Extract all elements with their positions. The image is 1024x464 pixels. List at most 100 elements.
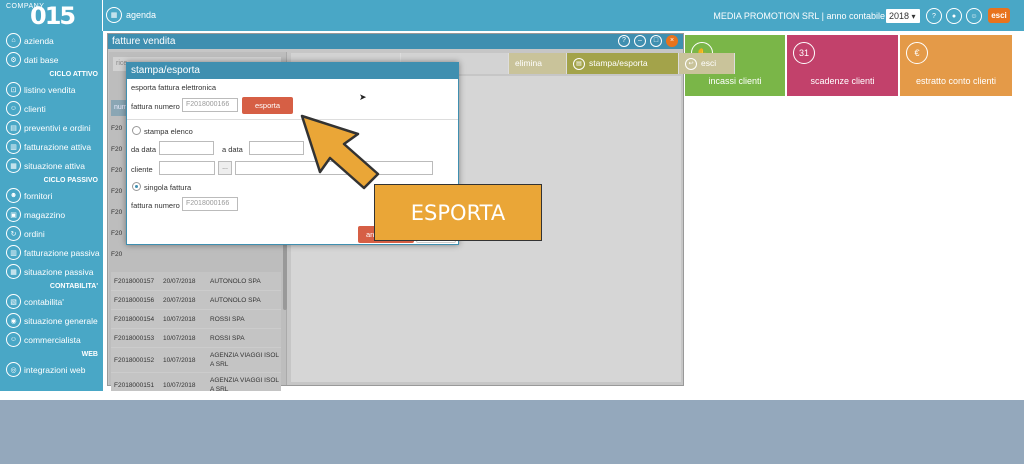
cell-numero: F2018000153 bbox=[114, 334, 155, 342]
cliente-lookup-button[interactable]: ... bbox=[218, 161, 232, 175]
sidebar-item[interactable]: ⊡ listino vendita bbox=[0, 80, 103, 99]
accountant-icon: ☺ bbox=[6, 332, 21, 347]
spacer bbox=[0, 391, 1024, 400]
sidebar-item[interactable]: ◉ situazione generale bbox=[0, 311, 103, 330]
table-row[interactable]: F2018000154 10/07/2018 ROSSI SPA bbox=[111, 310, 281, 329]
esporta-button[interactable]: esporta bbox=[242, 97, 293, 114]
sidebar-item-label: fatturazione passiva bbox=[24, 247, 100, 258]
home-icon: ⌂ bbox=[6, 33, 21, 48]
sidebar-item[interactable]: ▥ fatturazione attiva bbox=[0, 137, 103, 156]
sidebar-item[interactable]: ☺ commercialista bbox=[0, 330, 103, 349]
cell-cliente: ROSSI SPA bbox=[210, 334, 245, 342]
sidebar-item-label: situazione attiva bbox=[24, 160, 85, 171]
suppliers-icon: ☻ bbox=[6, 188, 21, 203]
sidebar-item[interactable]: ⚙ dati base bbox=[0, 50, 103, 69]
printer-icon: ▤ bbox=[573, 57, 585, 70]
callout-label: ESPORTA bbox=[374, 184, 542, 241]
cell-data: 10/07/2018 bbox=[163, 334, 196, 342]
cell-numero: F2018000157 bbox=[114, 277, 155, 285]
year-select[interactable]: 2018 ▾ bbox=[886, 9, 920, 23]
cell-data: 20/07/2018 bbox=[163, 296, 196, 304]
sidebar-item[interactable]: ▤ preventivi e ordini bbox=[0, 118, 103, 137]
sidebar-item[interactable]: ☺ clienti bbox=[0, 99, 103, 118]
user-icon[interactable]: ☺ bbox=[966, 8, 982, 24]
close-icon[interactable]: × bbox=[666, 35, 678, 47]
tile-label: incassi clienti bbox=[708, 76, 762, 86]
tile-estratto-conto-clienti[interactable]: € estratto conto clienti bbox=[900, 35, 1012, 96]
fattura-numero2-label: fattura numero bbox=[131, 201, 180, 210]
sidebar-item[interactable]: ◎ integrazioni web bbox=[0, 360, 103, 379]
sidebar-item-label: fornitori bbox=[24, 190, 53, 201]
list-item[interactable]: F20 bbox=[111, 244, 131, 265]
cart-icon: ⊡ bbox=[6, 82, 21, 97]
sidebar: ⌂ azienda ⚙ dati base CICLO ATTIVO ⊡ listino v… bbox=[0, 31, 103, 391]
logout-button[interactable]: esci bbox=[988, 8, 1010, 23]
sidebar-item[interactable]: ▣ magazzino bbox=[0, 205, 103, 224]
agenda-button[interactable]: ▦ agenda bbox=[106, 7, 156, 23]
sidebar-item[interactable]: ▦ situazione attiva bbox=[0, 156, 103, 175]
singola-fattura-label: singola fattura bbox=[144, 183, 192, 192]
cell-cliente: AUTONOLO SPA bbox=[210, 296, 261, 304]
invoice-icon: ▥ bbox=[6, 245, 21, 260]
callout-arrow-icon bbox=[300, 114, 380, 190]
sidebar-item-label: integrazioni web bbox=[24, 364, 86, 375]
toolbar-label: stampa/esporta bbox=[589, 58, 648, 68]
sidebar-item-label: contabilita' bbox=[24, 296, 64, 307]
cell-data: 20/07/2018 bbox=[163, 277, 196, 285]
orders-icon: ↻ bbox=[6, 226, 21, 241]
footer-bar bbox=[0, 400, 1024, 464]
sidebar-item[interactable]: ☻ fornitori bbox=[0, 186, 103, 205]
sidebar-item-label: azienda bbox=[24, 35, 54, 46]
top-bar: COMPANY 015 ▦ agenda MEDIA PROMOTION SRL… bbox=[0, 0, 1024, 31]
a-data-input[interactable] bbox=[249, 141, 304, 155]
minimize-icon[interactable]: – bbox=[634, 35, 646, 47]
sidebar-section-label: CONTABILITA' bbox=[49, 283, 98, 290]
calendar-icon: ▦ bbox=[106, 7, 122, 23]
agenda-label: agenda bbox=[126, 10, 157, 20]
cliente-code-input[interactable] bbox=[159, 161, 215, 175]
help-icon[interactable]: ? bbox=[618, 35, 630, 47]
a-data-label: a data bbox=[222, 145, 243, 154]
sidebar-item[interactable]: ↻ ordini bbox=[0, 224, 103, 243]
tile-scadenze-clienti[interactable]: 31 scadenze clienti bbox=[787, 35, 898, 96]
cell-numero: F2018000152 bbox=[114, 356, 155, 364]
table-row[interactable]: F2018000156 20/07/2018 AUTONOLO SPA bbox=[111, 291, 281, 310]
toolbar-esci[interactable]: ↩ esci bbox=[679, 53, 735, 74]
sidebar-item-label: commercialista bbox=[24, 334, 81, 345]
gear-icon: ⚙ bbox=[6, 52, 21, 67]
table-row[interactable]: F2018000157 20/07/2018 AUTONOLO SPA bbox=[111, 272, 281, 291]
window-titlebar: fatture vendita ? – □ × bbox=[108, 34, 683, 49]
notification-icon[interactable]: ● bbox=[946, 8, 962, 24]
calendar-due-icon: 31 bbox=[793, 42, 815, 64]
cell-numero: F2018000156 bbox=[114, 296, 155, 304]
sidebar-item[interactable]: ⌂ azienda bbox=[0, 31, 103, 50]
radio-stampa-elenco[interactable] bbox=[132, 126, 141, 135]
help-icon[interactable]: ? bbox=[926, 8, 942, 24]
sidebar-item-label: preventivi e ordini bbox=[24, 122, 91, 133]
table-row[interactable]: F2018000153 10/07/2018 ROSSI SPA bbox=[111, 329, 281, 348]
toolbar-label: esci bbox=[701, 58, 717, 68]
maximize-icon[interactable]: □ bbox=[650, 35, 662, 47]
sidebar-item[interactable]: ▥ fatturazione passiva bbox=[0, 243, 103, 262]
sidebar-item-label: fatturazione attiva bbox=[24, 141, 92, 152]
invoice-icon: ▥ bbox=[6, 139, 21, 154]
da-data-input[interactable] bbox=[159, 141, 214, 155]
sidebar-item-label: dati base bbox=[24, 54, 59, 65]
sidebar-item[interactable]: ▧ contabilita' bbox=[0, 292, 103, 311]
fattura-numero-input[interactable]: F2018000166 bbox=[182, 98, 238, 112]
year-value: 2018 bbox=[889, 11, 910, 21]
sidebar-item[interactable]: ▦ situazione passiva bbox=[0, 262, 103, 281]
users-icon: ☺ bbox=[6, 101, 21, 116]
radio-singola-fattura[interactable] bbox=[132, 182, 141, 191]
dialog-title: stampa/esporta bbox=[127, 63, 458, 79]
cell-data: 10/07/2018 bbox=[163, 356, 196, 364]
toolbar-stampa-esporta[interactable]: ▤ stampa/esporta bbox=[567, 53, 679, 74]
toolbar-elimina[interactable]: elimina bbox=[509, 53, 567, 74]
table-row[interactable]: F2018000152 10/07/2018 AGENZIA VIAGGI ISOL… bbox=[111, 348, 281, 373]
warehouse-icon: ▣ bbox=[6, 207, 21, 222]
cell-numero: F2018000151 bbox=[114, 381, 155, 389]
logo[interactable]: COMPANY 015 bbox=[0, 0, 103, 31]
sidebar-item-label: situazione passiva bbox=[24, 266, 94, 277]
fattura-numero2-input[interactable]: F2018000166 bbox=[182, 197, 238, 211]
toolbar-label: elimina bbox=[515, 58, 542, 68]
